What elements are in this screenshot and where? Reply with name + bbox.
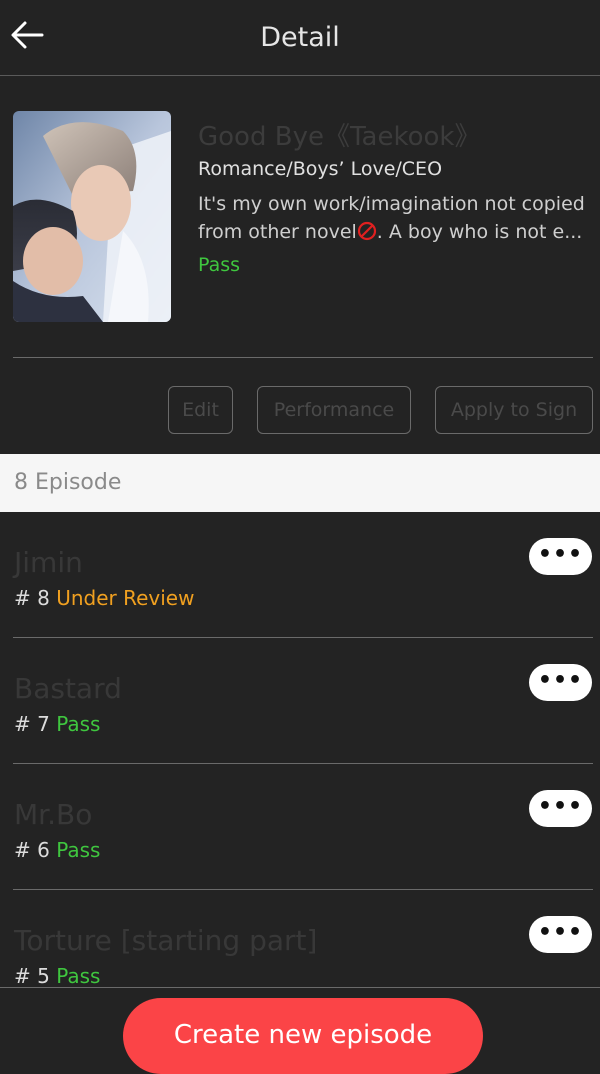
episode-meta: # 5 Pass [14, 964, 101, 988]
description-line-2: from other novel . A boy who is not e... [198, 218, 593, 246]
episode-meta: # 7 Pass [14, 712, 100, 736]
episode-item[interactable]: Torture [starting part] # 5 Pass ••• [0, 890, 600, 988]
episode-title: Jimin [14, 546, 83, 579]
more-options-button[interactable]: ••• [529, 790, 592, 827]
description-line-2-suffix: . A boy who is not e... [376, 221, 583, 243]
episode-number: # 6 [14, 838, 50, 862]
description-line-1: It's my own work/imagination not copied [198, 193, 585, 215]
book-status-badge: Pass [198, 254, 241, 276]
episode-title: Mr.Bo [14, 798, 93, 831]
episode-title: Bastard [14, 672, 122, 705]
episode-status: Under Review [56, 586, 195, 610]
create-new-episode-button[interactable]: Create new episode [123, 998, 483, 1074]
description-line-2-prefix: from other novel [198, 221, 357, 243]
apply-to-sign-button[interactable]: Apply to Sign [435, 386, 593, 434]
performance-button[interactable]: Performance [257, 386, 411, 434]
divider [13, 357, 593, 358]
book-genre: Romance/Boys’ Love/CEO [198, 158, 443, 180]
episode-number: # 8 [14, 586, 50, 610]
episode-count-bar: 8 Episode [0, 454, 600, 512]
episode-title: Torture [starting part] [14, 924, 318, 957]
page-title: Detail [260, 22, 340, 53]
book-info-section: Good Bye《Taekook》 Romance/Boys’ Love/CEO… [0, 76, 600, 454]
episode-list: Jimin # 8 Under Review ••• Bastard # 7 P… [0, 512, 600, 988]
more-options-button[interactable]: ••• [529, 664, 592, 701]
episode-item[interactable]: Bastard # 7 Pass ••• [0, 638, 600, 764]
prohibited-icon [357, 221, 376, 241]
edit-button[interactable]: Edit [168, 386, 233, 434]
episode-status: Pass [56, 838, 101, 862]
more-options-button[interactable]: ••• [529, 916, 592, 953]
episode-status: Pass [56, 712, 101, 736]
episode-item[interactable]: Mr.Bo # 6 Pass ••• [0, 764, 600, 890]
book-title: Good Bye《Taekook》 [198, 122, 481, 152]
episode-number: # 5 [14, 964, 50, 988]
episode-status: Pass [56, 964, 101, 988]
more-options-button[interactable]: ••• [529, 538, 592, 575]
top-bar: Detail [0, 0, 600, 76]
episode-meta: # 6 Pass [14, 838, 100, 862]
episode-count: 8 Episode [14, 470, 122, 495]
book-cover-image[interactable] [13, 111, 171, 322]
episode-number: # 7 [14, 712, 50, 736]
episode-meta: # 8 Under Review [14, 586, 194, 610]
book-description: It's my own work/imagination not copied … [198, 190, 593, 246]
episode-item[interactable]: Jimin # 8 Under Review ••• [0, 512, 600, 638]
